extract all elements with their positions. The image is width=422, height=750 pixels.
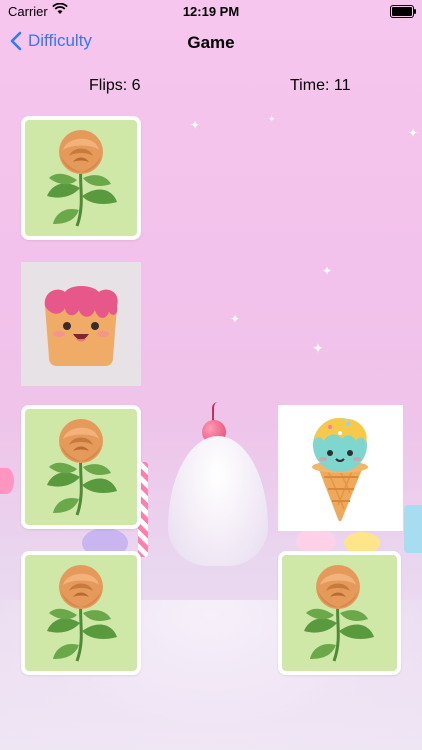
sparkle-icon: ✦ — [408, 126, 419, 140]
flips-counter: Flips: 6 — [89, 77, 141, 94]
sparkle-icon: ✦ — [322, 264, 333, 278]
memory-card-face-up[interactable] — [21, 262, 141, 386]
sparkle-icon: ✦ — [190, 118, 201, 132]
rose-icon — [47, 419, 117, 516]
rose-icon — [47, 565, 117, 662]
page-title: Game — [187, 33, 235, 52]
ice-cream-cone-icon — [312, 417, 368, 522]
rose-icon — [304, 565, 374, 662]
rose-icon — [47, 130, 117, 227]
toast-character-icon — [44, 286, 118, 366]
memory-card-face-down[interactable] — [21, 551, 141, 675]
memory-card-face-down[interactable] — [278, 551, 401, 675]
timer: Time: 11 — [290, 77, 351, 94]
sparkle-icon: ✦ — [312, 340, 324, 356]
gift-box — [404, 505, 422, 553]
candy-ball — [0, 468, 14, 494]
sparkle-icon: ✦ — [268, 114, 276, 124]
memory-card-face-down[interactable] — [21, 116, 141, 240]
memory-card-face-up[interactable] — [278, 405, 403, 531]
sparkle-icon: ✦ — [230, 312, 241, 326]
status-bar: Carrier 12:19 PM — [0, 0, 422, 22]
navigation-bar: Difficulty Game — [0, 26, 422, 60]
whipped-cream-dessert — [150, 400, 285, 580]
clock: 12:19 PM — [182, 4, 240, 19]
memory-card-face-down[interactable] — [21, 405, 141, 529]
battery-icon — [390, 5, 416, 18]
